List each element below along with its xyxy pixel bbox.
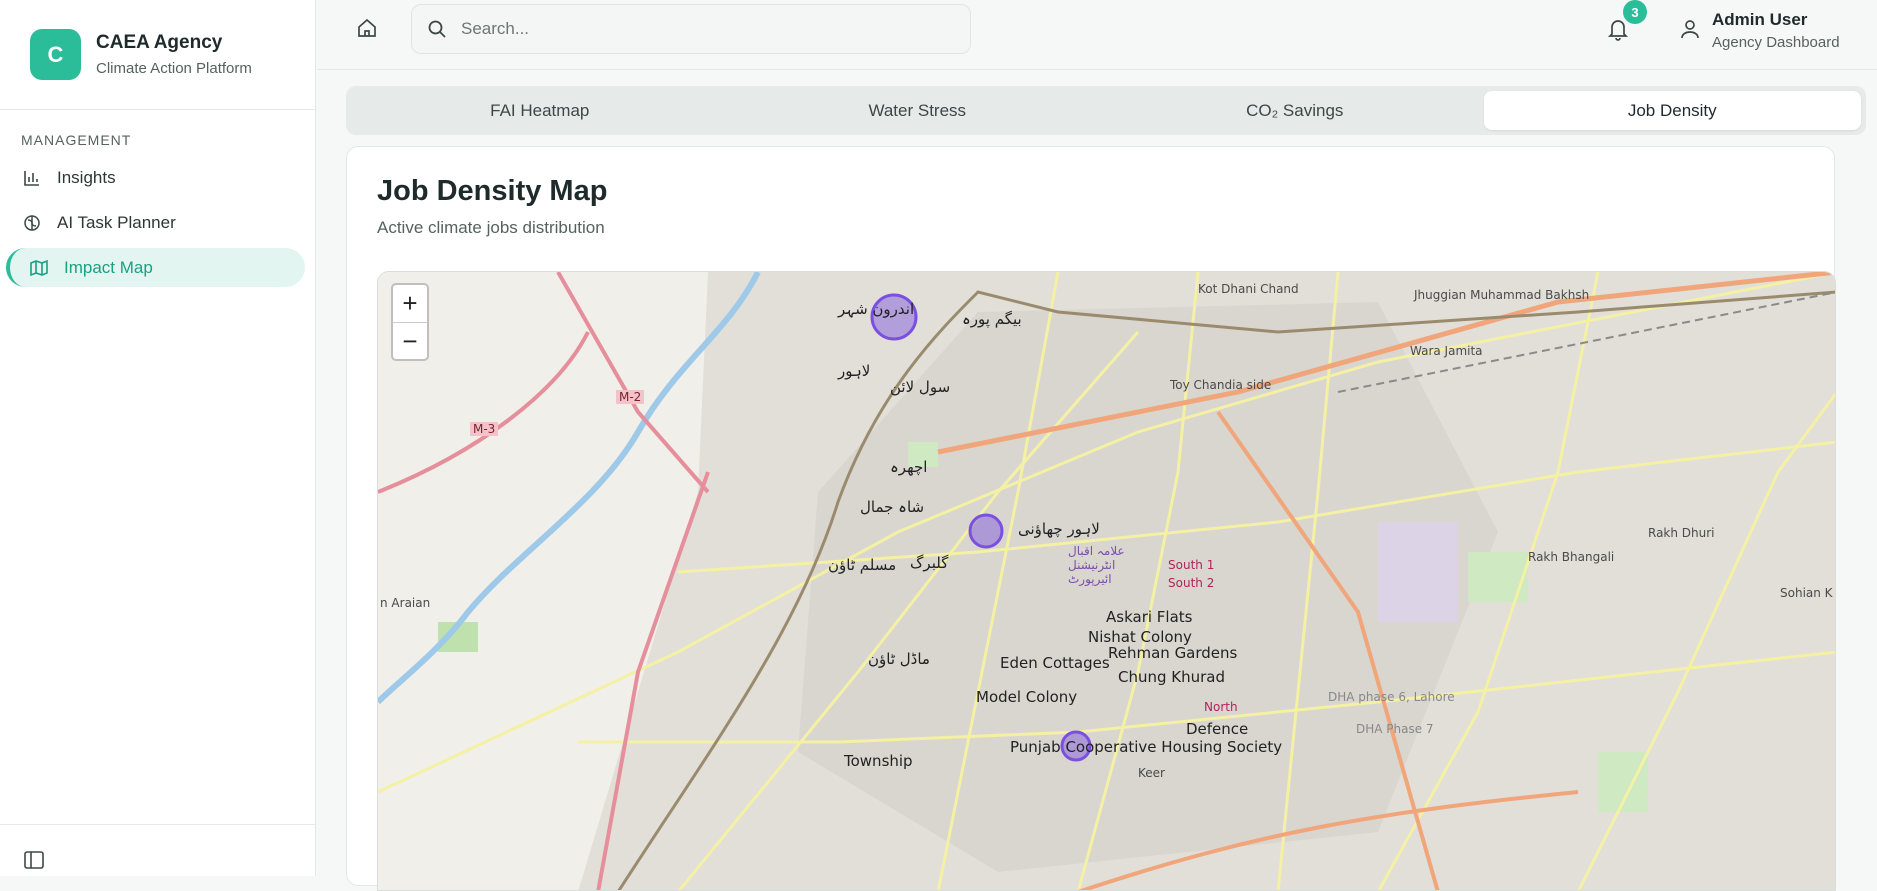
sidebar-footer (0, 824, 316, 876)
sidebar-item-label: Insights (57, 167, 116, 187)
notification-badge: 3 (1623, 0, 1647, 24)
map-label: لاہور چھاؤنی (1018, 520, 1100, 538)
map-view[interactable]: Kot Dhani Chand Jhuggian Muhammad Bakhsh… (377, 271, 1836, 891)
map-label: North (1204, 700, 1238, 714)
map-zoom-control: + − (391, 283, 429, 361)
home-icon[interactable] (356, 17, 378, 39)
map-label: South 1 (1168, 558, 1215, 572)
sidebar: C CAEA Agency Climate Action Platform MA… (0, 0, 316, 876)
map-icon (29, 258, 49, 278)
tab-job-density[interactable]: Job Density (1483, 91, 1861, 130)
brain-icon (22, 213, 42, 233)
map-label: Toy Chandia side (1170, 378, 1272, 392)
map-label: ماڈل ٹاؤن (868, 650, 930, 668)
map-label: لاہور (838, 362, 871, 380)
search-input[interactable] (461, 19, 941, 39)
zoom-out-button[interactable]: − (393, 322, 427, 359)
sidebar-item-impact-map[interactable]: Impact Map (6, 248, 305, 287)
map-label: DHA phase 6, Lahore (1328, 690, 1455, 704)
sidebar-nav: Insights AI Task Planner Impact Map (0, 158, 315, 287)
card-subtitle: Active climate jobs distribution (377, 218, 605, 237)
search-bar (411, 4, 971, 54)
brand-name: CAEA Agency (96, 32, 223, 53)
map-label: Wara Jamita (1410, 344, 1483, 358)
tab-fai-heatmap[interactable]: FAI Heatmap (351, 91, 729, 130)
map-label: Keer (1138, 766, 1165, 780)
bar-chart-icon (22, 168, 42, 188)
brand: C CAEA Agency Climate Action Platform (0, 0, 315, 110)
card-title: Job Density Map (377, 175, 608, 207)
brand-logo: C (30, 29, 81, 80)
map-label: بیگم پورہ (962, 310, 1022, 328)
map-label: Askari Flats (1106, 608, 1193, 626)
map-label: Township (844, 752, 913, 770)
map-label: Eden Cottages (1000, 654, 1110, 672)
user-menu[interactable]: Admin User Agency Dashboard (1681, 10, 1840, 51)
job-density-marker[interactable] (968, 513, 1004, 549)
sidebar-item-insights[interactable]: Insights (6, 158, 305, 197)
sidebar-item-label: Impact Map (64, 257, 153, 277)
map-label: n Araian (380, 596, 431, 610)
map-label: M-3 (470, 422, 499, 436)
map-label: Rehman Gardens (1108, 644, 1238, 662)
sidebar-item-ai-task-planner[interactable]: AI Task Planner (6, 203, 305, 242)
tab-water-stress[interactable]: Water Stress (729, 91, 1107, 130)
section-label: MANAGEMENT (21, 132, 132, 148)
user-role: Agency Dashboard (1712, 34, 1840, 51)
map-label: Kot Dhani Chand (1198, 282, 1299, 296)
map-label: علامہ اقبال انٹرنیشنل ائیرپورٹ (1068, 544, 1125, 586)
map-label: Model Colony (976, 688, 1078, 706)
map-label: DHA Phase 7 (1356, 722, 1434, 736)
map-card: Job Density Map Active climate jobs dist… (346, 146, 1836, 891)
sidebar-item-label: AI Task Planner (57, 212, 176, 232)
map-label: شاہ جمال (860, 498, 925, 516)
map-label: Defence (1186, 720, 1249, 738)
sidebar-toggle-icon[interactable] (24, 851, 44, 869)
brand-subtitle: Climate Action Platform (96, 60, 252, 77)
map-label: Jhuggian Muhammad Bakhsh (1414, 288, 1590, 302)
map-label: Sohian K (1780, 586, 1833, 600)
user-icon (1681, 19, 1699, 39)
map-tabs: FAI Heatmap Water Stress CO₂ Savings Job… (346, 86, 1866, 135)
user-name: Admin User (1712, 10, 1808, 29)
search-icon (427, 19, 447, 39)
map-label: گلبرگ (910, 554, 949, 572)
zoom-in-button[interactable]: + (393, 285, 427, 322)
map-label: مسلم ٹاؤن (828, 556, 897, 574)
map-label: Chung Khurad (1118, 668, 1226, 686)
map-label: South 2 (1168, 576, 1215, 590)
map-label: اچھرہ (890, 458, 928, 476)
map-label: Punjab Cooperative Housing Society (1010, 738, 1283, 756)
map-label: سول لائن (890, 378, 951, 396)
map-label: M-2 (616, 390, 645, 404)
map-label: Rakh Bhangali (1528, 550, 1615, 564)
map-label: Rakh Dhuri (1648, 526, 1715, 540)
map-label: اندرون شہر (838, 300, 915, 318)
tab-co2-savings[interactable]: CO₂ Savings (1106, 91, 1484, 130)
topbar: 3 Admin User Agency Dashboard (317, 0, 1877, 70)
